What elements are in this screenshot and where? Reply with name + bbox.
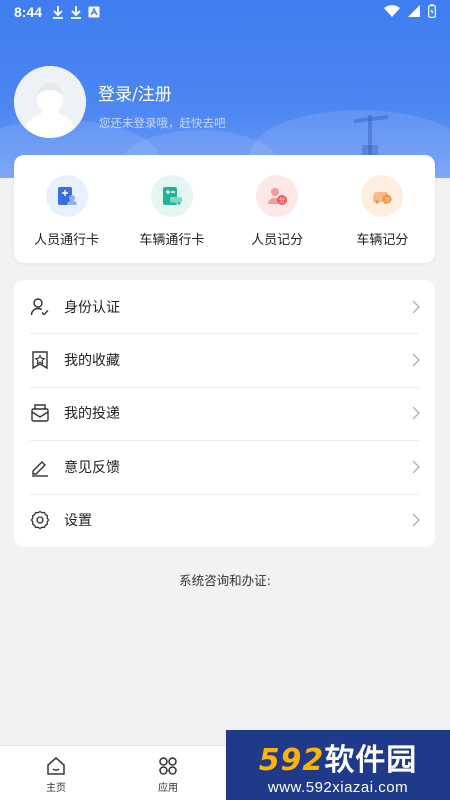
nav-label: 主页: [46, 783, 66, 794]
menu-item-label: 设置: [64, 513, 92, 530]
menu-item-settings[interactable]: 设置: [14, 493, 435, 547]
nav-item-apps[interactable]: 应用: [112, 746, 224, 800]
quick-action-label: 车辆记分: [356, 233, 409, 248]
signal-icon: [408, 5, 420, 17]
wifi-icon: [384, 5, 400, 17]
quick-action-label: 人员通行卡: [34, 233, 100, 248]
svg-text:分: 分: [279, 197, 285, 205]
status-time: 8:44: [14, 4, 43, 20]
menu-item-favorites[interactable]: 我的收藏: [14, 333, 435, 386]
quick-action-label: 车辆通行卡: [139, 233, 205, 248]
login-subtitle: 您还未登录哦，赶快去吧: [99, 116, 226, 130]
chevron-right-icon: [412, 460, 421, 474]
nav-item-home[interactable]: 主页: [0, 746, 112, 800]
profile-header: 8:44 登录/注册 您还未登录哦，赶快去吧: [0, 0, 450, 178]
vehicle-pass-icon: [150, 175, 193, 217]
chevron-right-icon: [412, 353, 421, 367]
watermark-url: www.592xiazai.com: [267, 778, 409, 796]
watermark-title: 592软件园: [258, 742, 418, 778]
person-score-icon: 分: [256, 175, 299, 217]
quick-action-label: 人员记分: [251, 233, 304, 248]
menu-item-label: 我的收藏: [64, 353, 120, 370]
chevron-right-icon: [412, 300, 421, 314]
apps-icon: [159, 757, 177, 775]
nav-label: 应用: [158, 783, 178, 794]
settings-icon: [30, 510, 50, 530]
chevron-right-icon: [412, 513, 421, 527]
feedback-icon: [30, 457, 50, 477]
watermark-logo: 592软件园 www.592xiazai.com: [226, 730, 450, 800]
menu-card: 身份认证 我的收藏 我的投递 意见反馈 设置: [14, 280, 435, 547]
menu-item-delivery[interactable]: 我的投递: [14, 386, 435, 440]
favorites-icon: [30, 350, 50, 370]
svg-text:分: 分: [385, 195, 391, 203]
menu-item-identity[interactable]: 身份认证: [14, 280, 435, 333]
status-bar: 8:44: [0, 0, 450, 24]
vehicle-score-icon: 分: [361, 175, 404, 217]
default-avatar-icon: [14, 66, 86, 138]
quick-action-vehicle-pass[interactable]: 车辆通行卡: [119, 155, 224, 263]
menu-item-label: 身份认证: [64, 299, 120, 316]
avatar[interactable]: [14, 66, 86, 138]
home-icon: [47, 757, 65, 775]
quick-action-person-pass[interactable]: 人员通行卡: [14, 155, 119, 263]
quick-actions-card: 人员通行卡 车辆通行卡 分 人员记分 分 车辆记分: [14, 155, 435, 263]
login-register-link[interactable]: 登录/注册: [98, 80, 172, 105]
download-icon: [71, 6, 82, 19]
menu-item-label: 意见反馈: [64, 459, 120, 476]
consult-text: 系统咨询和办证:: [179, 573, 271, 588]
menu-item-label: 我的投递: [64, 406, 120, 423]
delivery-icon: [30, 403, 50, 423]
person-pass-icon: [45, 175, 88, 217]
identity-icon: [30, 297, 50, 317]
battery-icon: [428, 4, 436, 18]
quick-action-vehicle-score[interactable]: 分 车辆记分: [330, 155, 435, 263]
quick-action-person-score[interactable]: 分 人员记分: [225, 155, 330, 263]
menu-item-feedback[interactable]: 意见反馈: [14, 440, 435, 493]
chevron-right-icon: [412, 406, 421, 420]
download-icon: [53, 6, 64, 19]
app-notification-icon: [88, 6, 100, 18]
